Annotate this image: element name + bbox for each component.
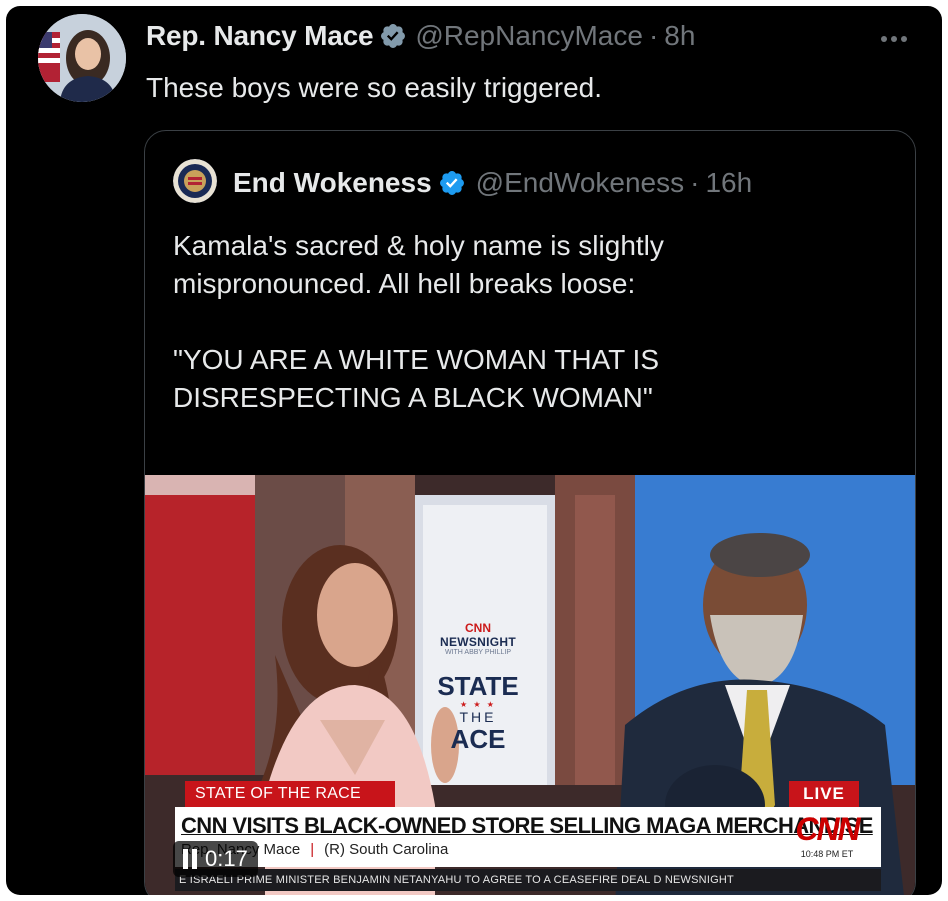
tweet-header: Rep. Nancy Mace @RepNancyMace · 8h <box>146 20 695 52</box>
quoted-author-avatar[interactable] <box>173 159 217 203</box>
pause-icon[interactable] <box>183 849 197 869</box>
lower-third: CNN VISITS BLACK-OWNED STORE SELLING MAG… <box>175 807 881 867</box>
broadcast-time: 10:48 PM ET <box>800 849 854 859</box>
video-player[interactable]: CNN NEWSNIGHT WITH ABBY PHILLIP STATE ★ … <box>145 475 915 895</box>
tweet-timestamp[interactable]: 8h <box>664 20 695 52</box>
author-avatar[interactable] <box>38 14 126 102</box>
tweet-text: These boys were so easily triggered. <box>146 72 602 103</box>
separator-dot: · <box>648 20 659 51</box>
quoted-tweet-text: Kamala's sacred & holy name is slightly … <box>173 227 873 417</box>
quoted-author-handle[interactable]: @EndWokeness <box>476 167 684 199</box>
elapsed-time: 0:17 <box>205 846 248 871</box>
set-sign-subtitle: WITH ABBY PHILLIP <box>444 649 511 656</box>
set-sign-title: NEWSNIGHT <box>439 635 517 649</box>
quoted-text-line: DISRESPECTING A BLACK WOMAN" <box>173 382 653 413</box>
separator-dot: · <box>690 167 700 198</box>
segment-tag: STATE OF THE RACE <box>185 781 395 807</box>
tweet-card: Rep. Nancy Mace @RepNancyMace · 8h These… <box>6 6 942 895</box>
chyron-headline: CNN VISITS BLACK-OWNED STORE SELLING MAG… <box>181 813 873 838</box>
verified-badge-icon <box>379 22 407 50</box>
set-sign-word: THE <box>459 709 497 725</box>
news-ticker: E ISRAELI PRIME MINISTER BENJAMIN NETANY… <box>175 869 881 891</box>
more-options-icon[interactable] <box>874 24 914 54</box>
set-sign: CNN NEWSNIGHT WITH ABBY PHILLIP STATE ★ … <box>433 615 523 785</box>
video-timer[interactable]: 0:17 <box>173 841 258 877</box>
guest-party: (R) South Carolina <box>324 841 449 858</box>
quoted-tweet[interactable]: End Wokeness @EndWokeness · 16h Kamala's… <box>144 130 916 895</box>
set-sign-word: ACE <box>450 724 506 754</box>
quoted-text-line: Kamala's sacred & holy name is slightly <box>173 230 664 261</box>
author-handle[interactable]: @RepNancyMace <box>415 20 643 52</box>
author-display-name[interactable]: Rep. Nancy Mace <box>146 20 374 52</box>
cnn-logo: CNN <box>795 811 860 847</box>
quoted-tweet-timestamp[interactable]: 16h <box>705 167 752 199</box>
set-sign-word: STATE <box>437 671 519 701</box>
quoted-author-display-name[interactable]: End Wokeness <box>233 167 432 199</box>
set-sign-logo: CNN <box>465 621 491 635</box>
divider-icon: | <box>310 841 315 858</box>
quoted-tweet-header: End Wokeness @EndWokeness · 16h <box>233 167 752 199</box>
verified-badge-icon <box>438 169 466 197</box>
stars-icon: ★ ★ ★ <box>460 700 496 709</box>
quoted-text-line: mispronounced. All hell breaks loose: <box>173 268 636 299</box>
live-badge: LIVE <box>789 781 859 807</box>
quoted-text-line: "YOU ARE A WHITE WOMAN THAT IS <box>173 344 660 375</box>
